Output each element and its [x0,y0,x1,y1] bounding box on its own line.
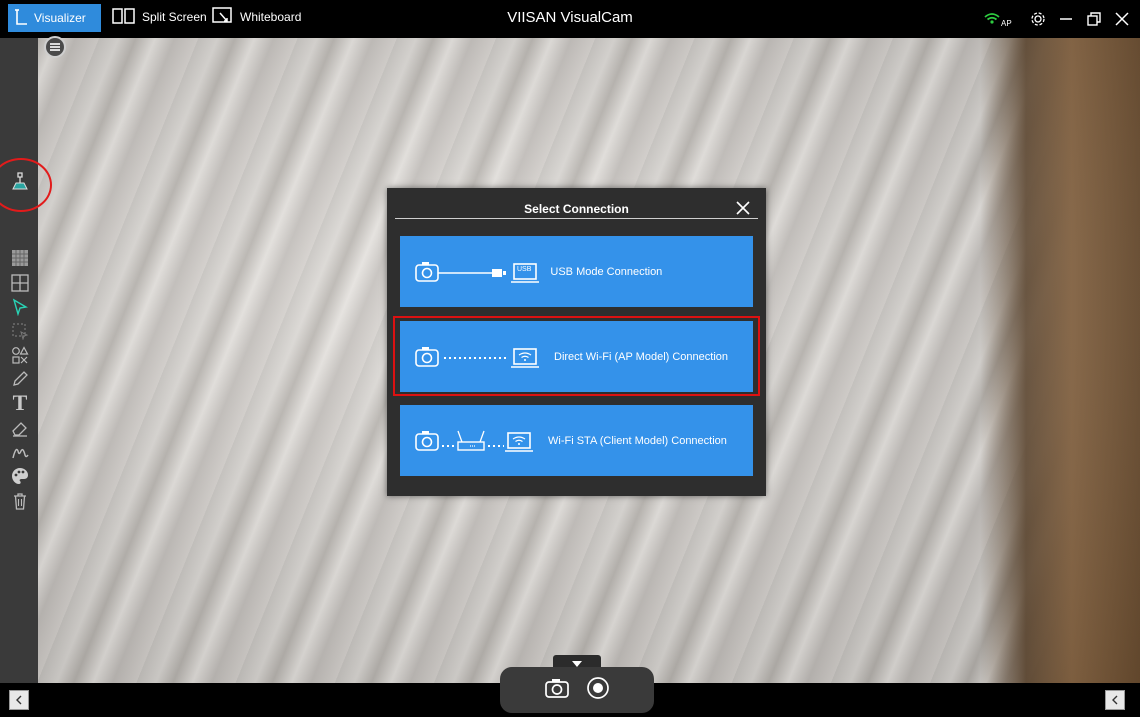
text-tool-icon[interactable]: T [9,390,31,415]
close-icon[interactable] [1114,8,1130,30]
wifi-sta-client-connection-button[interactable]: Wi-Fi STA (Client Model) Connection [400,405,753,476]
collapse-right-icon[interactable] [1105,690,1125,710]
dialog-divider [395,218,758,219]
wifi-sta-icon [414,426,544,456]
option-label: Wi-Fi STA (Client Model) Connection [548,434,727,447]
menu-icon[interactable] [44,36,66,58]
highlight-box [393,316,760,396]
usb-tag: USB [517,266,532,273]
title-bar: Visualizer Split Screen Whiteboard VIISA… [0,0,1140,38]
settings-gear-icon[interactable] [1030,8,1046,30]
collapse-left-icon[interactable] [9,690,29,710]
mosaic-icon[interactable] [9,247,31,269]
region-select-icon[interactable] [9,320,31,342]
pointer-icon[interactable] [9,296,31,318]
trash-icon[interactable] [9,490,31,512]
capture-bar [500,667,654,713]
wifi-ap-icon[interactable]: AP [983,8,1012,30]
restore-icon[interactable] [1086,8,1102,30]
dialog-title: Select Connection [524,202,629,216]
color-palette-icon[interactable] [9,465,31,487]
option-label: USB Mode Connection [550,265,663,278]
camera-capture-icon[interactable] [544,677,570,704]
pen-icon[interactable] [9,368,31,390]
grid-icon[interactable] [9,272,31,294]
usb-mode-connection-button[interactable]: USB USB Mode Connection [400,236,753,307]
app-title: VIISAN VisualCam [507,9,633,26]
shapes-icon[interactable] [9,344,31,366]
dialog-close-icon[interactable] [733,198,753,218]
select-connection-dialog: Select Connection USB USB Mode Connectio… [387,188,766,496]
eraser-icon[interactable] [9,417,31,439]
minimize-icon[interactable] [1058,8,1074,30]
wifi-badge: AP [1001,18,1012,28]
record-icon[interactable] [586,676,610,705]
usb-connection-icon: USB [414,257,558,287]
handwriting-icon[interactable] [9,441,31,463]
